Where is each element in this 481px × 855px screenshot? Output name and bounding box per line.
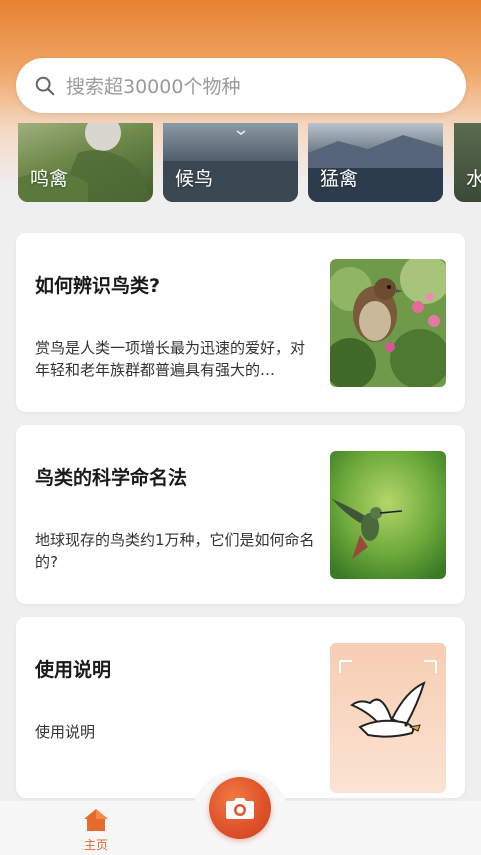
card-title: 如何辨识鸟类? — [35, 275, 161, 297]
category-strip[interactable]: 鸣禽 候鸟 猛禽 水 — [0, 123, 481, 203]
article-card[interactable]: 如何辨识鸟类? 赏鸟是人类一项增长最为迅速的爱好，对年轻和老年族群都普遍具有强大… — [16, 233, 465, 412]
tab-home-label: 主页 — [83, 838, 108, 852]
sparrow-image — [330, 259, 446, 387]
article-card[interactable]: 鸟类的科学命名法 地球现存的鸟类约1万种，它们是如何命名的? — [16, 425, 465, 604]
category-label: 猛禽 — [320, 168, 359, 190]
category-label: 鸣禽 — [30, 168, 69, 190]
seagull-illustration — [330, 643, 446, 793]
card-title: 鸟类的科学命名法 — [35, 467, 188, 489]
category-label: 水 — [466, 168, 481, 190]
camera-button[interactable] — [209, 777, 271, 839]
card-description: 赏鸟是人类一项增长最为迅速的爱好，对年轻和老年族群都普遍具有强大的… — [35, 339, 306, 379]
search-bar[interactable]: 搜索超30000个物种 — [16, 58, 466, 113]
camera-icon — [226, 798, 254, 819]
search-input[interactable]: 搜索超30000个物种 — [66, 72, 240, 99]
tab-home[interactable]: 主页 — [76, 806, 116, 852]
card-description: 地球现存的鸟类约1万种，它们是如何命名的? — [35, 531, 315, 571]
category-raptor[interactable]: 猛禽 — [308, 123, 443, 202]
home-icon — [84, 809, 108, 831]
search-icon — [35, 76, 55, 95]
category-water[interactable]: 水 — [454, 123, 481, 202]
card-title: 使用说明 — [35, 659, 112, 681]
category-label: 候鸟 — [175, 168, 214, 190]
category-migratory[interactable]: 候鸟 — [163, 123, 298, 202]
hummingbird-image — [330, 451, 446, 579]
category-songbird[interactable]: 鸣禽 — [18, 123, 153, 202]
card-description: 使用说明 — [35, 723, 96, 741]
